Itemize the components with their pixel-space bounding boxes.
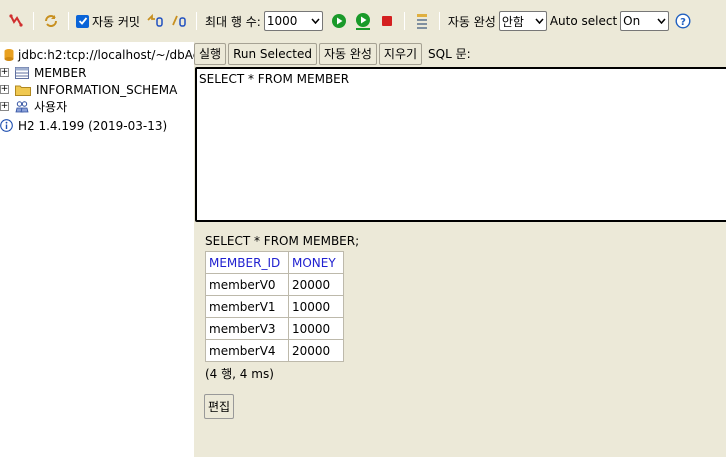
expand-icon[interactable]: + [0, 102, 9, 111]
tree-item-label: 사용자 [34, 100, 68, 114]
result-sql: SELECT * FROM MEMBER; [205, 234, 360, 248]
connection-url: jdbc:h2:tcp://localhost/~/dbAcces [18, 47, 194, 62]
table-cell: 10000 [288, 317, 344, 340]
chevron-down-icon [535, 18, 544, 24]
commit-icon[interactable] [145, 11, 165, 31]
auto-select-value: On [623, 14, 641, 28]
max-rows-label: 최대 행 수: [204, 14, 261, 29]
auto-complete-button[interactable]: 자동 완성 [318, 42, 377, 65]
help-symbol: ? [680, 17, 686, 28]
query-panel: 실행 Run Selected 자동 완성 지우기 SQL 문: SELECT … [194, 42, 726, 457]
run-selected-icon[interactable] [353, 11, 373, 31]
tree-connection[interactable]: jdbc:h2:tcp://localhost/~/dbAcces [4, 46, 194, 63]
tree-version: H2 1.4.199 (2019-03-13) [0, 117, 167, 134]
table-cell: memberV1 [205, 295, 289, 318]
edit-button[interactable]: 편집 [204, 394, 235, 419]
run-selected-button[interactable]: Run Selected [228, 42, 317, 65]
table-cell: 20000 [288, 339, 344, 362]
sql-editor-text: SELECT * FROM MEMBER [199, 72, 350, 86]
expand-icon[interactable]: + [0, 68, 9, 77]
sql-statement-label: SQL 문: [428, 47, 471, 61]
users-icon [15, 100, 29, 114]
result-header-row: MEMBER_ID MONEY [205, 251, 344, 274]
rollback-icon[interactable] [169, 11, 189, 31]
tree-item-label: INFORMATION_SCHEMA [36, 82, 178, 97]
max-rows-value: 1000 [266, 14, 298, 28]
tree-item-users[interactable]: + 사용자 [0, 98, 67, 115]
table-cell: memberV3 [205, 317, 289, 340]
table-cell: memberV0 [205, 273, 289, 296]
toolbar-separator [68, 12, 69, 30]
table-row: memberV0 20000 [205, 273, 344, 296]
help-icon[interactable]: ? [673, 11, 693, 31]
tree-item-member[interactable]: + MEMBER [0, 64, 86, 81]
table-icon [15, 66, 29, 79]
toolbar-separator [438, 12, 440, 30]
table-row: memberV4 20000 [205, 339, 344, 362]
table-cell: 10000 [288, 295, 344, 318]
schema-tree: jdbc:h2:tcp://localhost/~/dbAcces + MEMB… [0, 42, 194, 457]
toolbar-separator [33, 12, 34, 30]
run-icon[interactable] [329, 11, 349, 31]
table-cell: 20000 [288, 273, 344, 296]
table-cell: memberV4 [205, 339, 289, 362]
auto-complete-label: 자동 완성 [447, 14, 496, 29]
disconnect-icon[interactable] [6, 11, 26, 31]
run-button[interactable]: 실행 [194, 42, 227, 65]
chevron-down-icon [657, 18, 666, 24]
stop-icon[interactable] [377, 11, 397, 31]
result-table: MEMBER_ID MONEY memberV0 20000 memberV1 … [205, 251, 344, 362]
version-text: H2 1.4.199 (2019-03-13) [18, 118, 168, 133]
database-icon [4, 48, 14, 62]
expand-icon[interactable]: + [0, 85, 9, 94]
refresh-icon[interactable] [41, 11, 61, 31]
column-header-member-id[interactable]: MEMBER_ID [205, 251, 289, 274]
auto-select-select[interactable]: On [620, 11, 670, 31]
auto-commit-checkbox[interactable] [76, 14, 89, 28]
tree-item-label: MEMBER [34, 65, 87, 80]
chevron-down-icon [311, 18, 320, 24]
sql-editor[interactable]: SELECT * FROM MEMBER [195, 67, 726, 222]
history-icon[interactable] [412, 11, 432, 31]
info-icon [0, 119, 13, 132]
auto-complete-select[interactable]: 안함 [498, 11, 547, 31]
table-row: memberV3 10000 [205, 317, 344, 340]
toolbar-separator [195, 12, 197, 30]
result-panel: SELECT * FROM MEMBER; MEMBER_ID MONEY me… [205, 234, 359, 382]
column-header-money[interactable]: MONEY [288, 251, 344, 274]
table-row: memberV1 10000 [205, 295, 344, 318]
folder-icon [15, 84, 31, 96]
clear-button[interactable]: 지우기 [378, 42, 423, 65]
auto-commit-label: 자동 커밋 [92, 14, 140, 29]
max-rows-select[interactable]: 1000 [263, 11, 323, 31]
row-count: (4 행, 4 ms) [205, 367, 274, 381]
tree-item-information-schema[interactable]: + INFORMATION_SCHEMA [0, 81, 177, 98]
toolbar: 자동 커밋 최대 행 수: 1000 자동 완성 안함 Auto select … [0, 0, 726, 42]
auto-complete-value: 안함 [501, 14, 524, 29]
toolbar-separator [403, 12, 405, 30]
auto-select-label: Auto select [549, 14, 618, 28]
sql-button-bar: 실행 Run Selected 자동 완성 지우기 SQL 문: [194, 42, 471, 65]
